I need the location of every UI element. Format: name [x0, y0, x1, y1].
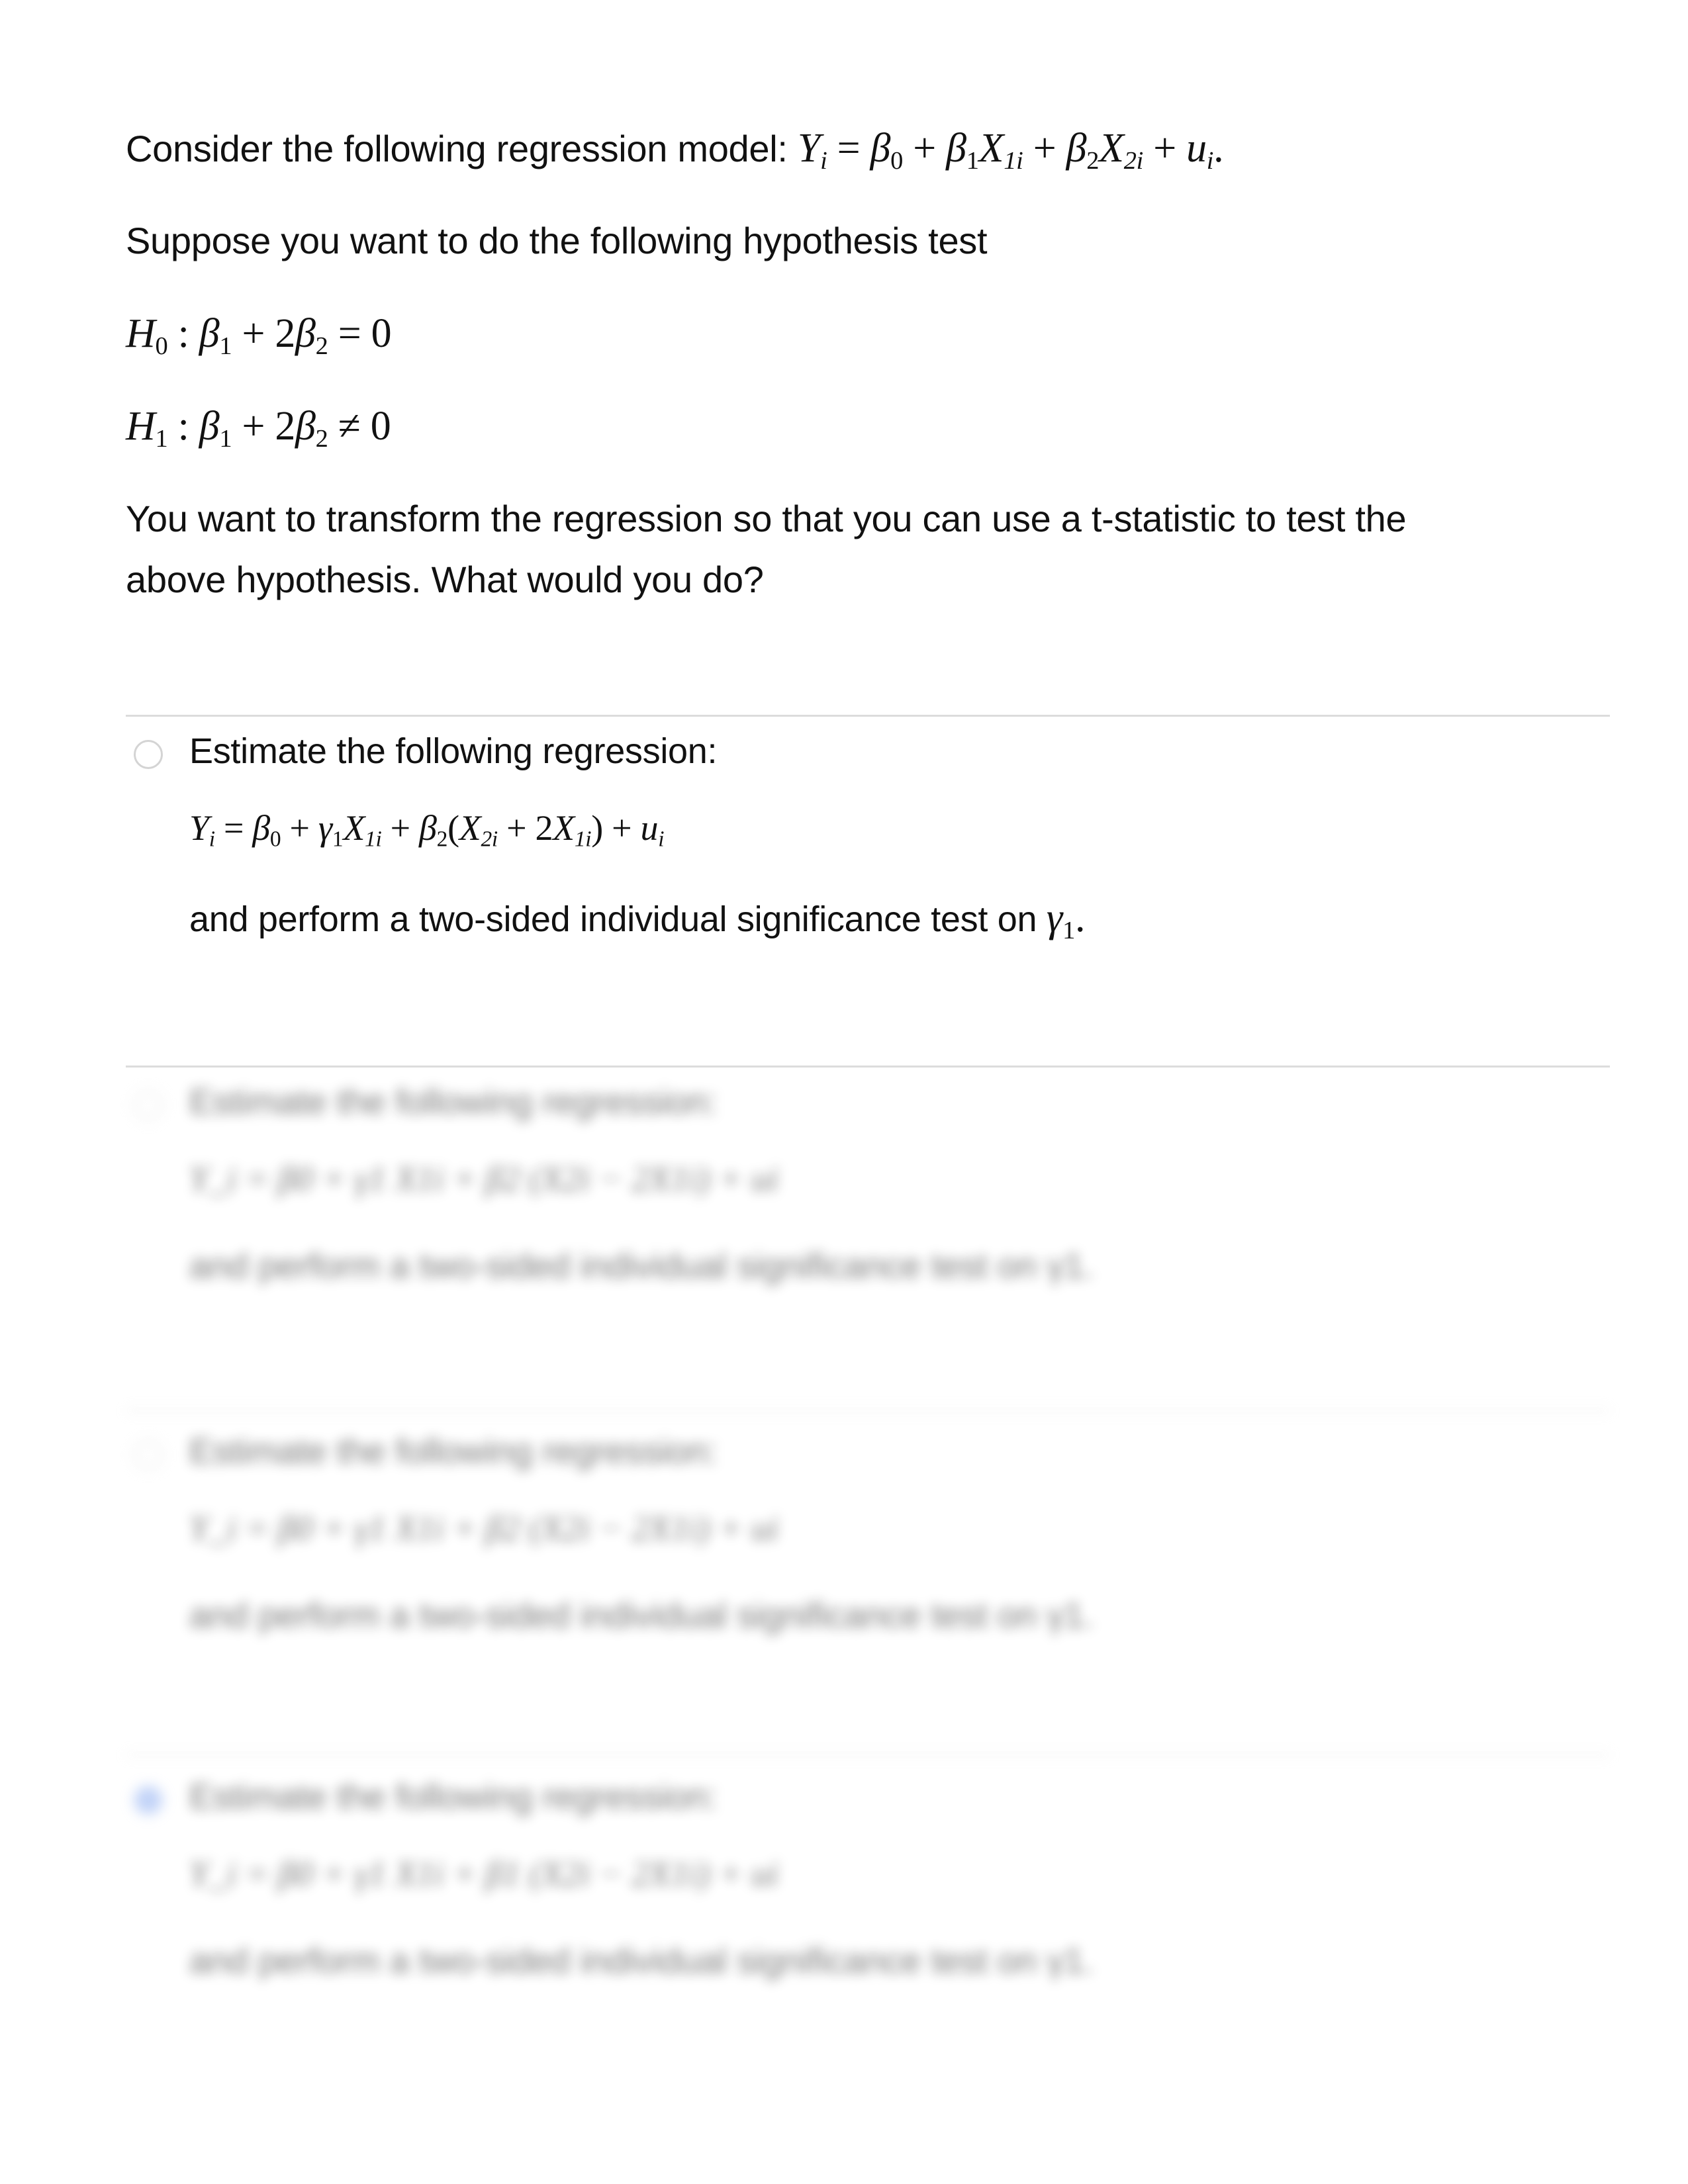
answer-option-4[interactable]: Estimate the following regression: Y_i =… [126, 1762, 1610, 2093]
option-divider [126, 1754, 1610, 1756]
option-3-conclusion: and perform a two-sided individual signi… [189, 1596, 1094, 1635]
answer-option-3[interactable]: Estimate the following regression: Y_i =… [126, 1416, 1610, 1747]
alternative-hypothesis: H1 : β1 + 2β2 ≠ 0 [126, 404, 391, 453]
radio-button-option-2[interactable] [134, 1091, 163, 1120]
test-intro: Suppose you want to do the following hyp… [126, 220, 988, 261]
radio-button-option-1[interactable] [134, 740, 163, 769]
option-1-conclusion: and perform a two-sided individual signi… [189, 895, 1086, 944]
option-2-conclusion: and perform a two-sided individual signi… [189, 1246, 1094, 1286]
option-4-conclusion: and perform a two-sided individual signi… [189, 1941, 1094, 1981]
option-3-equation: Y_i = β0 + γ1 X1i + β2 (X2i − 2X1i) + ui [189, 1508, 779, 1548]
option-4-equation: Y_i = β0 + γ1 X1i + β1 (X2i − 2X1i) + ui [189, 1854, 779, 1893]
answer-option-2[interactable]: Estimate the following regression: Y_i =… [126, 1067, 1610, 1398]
radio-button-option-3[interactable] [134, 1440, 163, 1469]
null-hypothesis: H0 : β1 + 2β2 = 0 [126, 311, 392, 360]
intro-text: Consider the following regression model: [126, 128, 788, 169]
answer-option-1[interactable]: Estimate the following regression: Yi = … [126, 716, 1610, 1066]
option-divider [126, 1410, 1610, 1412]
model-equation: Yi = β0 + β1X1i + β2X2i + ui. [797, 126, 1224, 175]
radio-button-option-4-selected[interactable] [134, 1786, 163, 1815]
option-1-equation: Yi = β0 + γ1X1i + β2(X2i + 2X1i) + ui [189, 808, 665, 852]
option-3-label: Estimate the following regression: [189, 1432, 718, 1471]
option-2-label: Estimate the following regression: [189, 1082, 718, 1122]
option-4-label: Estimate the following regression: [189, 1777, 718, 1817]
option-1-label: Estimate the following regression: [189, 731, 718, 771]
question-intro: Consider the following regression model:… [126, 118, 1224, 179]
prompt-line-1: You want to transform the regression so … [126, 498, 1407, 539]
option-2-equation: Y_i = β0 + γ1 X1i + β2 (X2i − 2X1i) + ui [189, 1159, 779, 1199]
prompt-line-2: above hypothesis. What would you do? [126, 559, 764, 600]
